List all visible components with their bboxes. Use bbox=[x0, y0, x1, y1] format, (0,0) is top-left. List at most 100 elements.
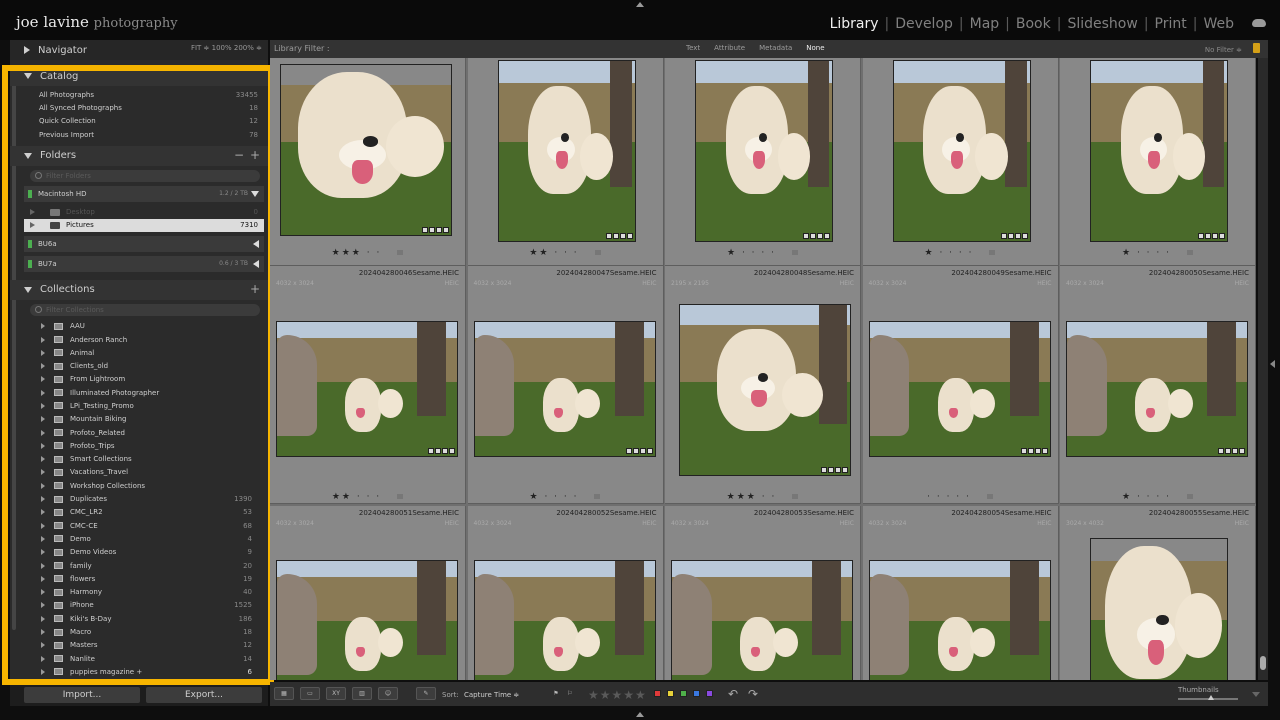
slider-knob[interactable] bbox=[1208, 695, 1214, 700]
file-name: 20240428005​4Sesame.HEIC bbox=[951, 509, 1052, 517]
photo-thumbnail[interactable] bbox=[892, 60, 1031, 242]
file-dimensions: 4032 x 3024 bbox=[276, 520, 314, 527]
module-book[interactable]: Book bbox=[1016, 16, 1051, 32]
cloud-icon[interactable] bbox=[1252, 19, 1266, 27]
photo-cell[interactable]: 20240428004​8Sesame.HEIC 2195 x 2195 HEIC ★… bbox=[665, 266, 861, 504]
photo-thumbnail[interactable] bbox=[671, 560, 853, 680]
photo-thumbnail[interactable] bbox=[679, 304, 851, 476]
photo-cell[interactable]: 20240428004​6Sesame.HEIC 4032 x 3024 HEIC ★… bbox=[270, 266, 466, 504]
flag-icon[interactable] bbox=[1186, 494, 1193, 499]
compare-view-icon[interactable]: XY bbox=[326, 687, 346, 700]
flag-icon[interactable] bbox=[1186, 250, 1193, 255]
star-rating[interactable]: ★★★ · · bbox=[270, 248, 465, 258]
collapse-top-icon[interactable] bbox=[636, 2, 644, 7]
color-label-green-icon[interactable] bbox=[680, 690, 687, 697]
survey-view-icon[interactable]: ▥ bbox=[352, 687, 372, 700]
file-name: 20240428005​3Sesame.HEIC bbox=[753, 509, 854, 517]
star-rating[interactable]: ★★ · · · bbox=[468, 248, 663, 258]
flag-icon[interactable] bbox=[397, 250, 404, 255]
photo-cell[interactable]: 20240428005​4Sesame.HEIC 4032 x 3024 HEIC bbox=[862, 506, 1059, 680]
people-view-icon[interactable]: ☺ bbox=[378, 687, 398, 700]
navigator-zoom-controls[interactable]: FIT ≑ 100% 200% ≑ bbox=[191, 44, 262, 52]
star-rating[interactable]: ★★ · · · bbox=[270, 492, 465, 502]
flag-icon[interactable] bbox=[989, 250, 996, 255]
filter-tab-attribute[interactable]: Attribute bbox=[714, 44, 745, 52]
rating-stars[interactable]: ★★★★★ bbox=[588, 688, 647, 702]
file-name: 20240428004​8Sesame.HEIC bbox=[753, 269, 854, 277]
module-print[interactable]: Print bbox=[1155, 16, 1187, 32]
photo-cell[interactable]: 20240428005​1Sesame.HEIC 4032 x 3024 HEIC bbox=[270, 506, 466, 680]
export-button[interactable]: Export... bbox=[146, 687, 262, 703]
module-library[interactable]: Library bbox=[830, 16, 879, 32]
flag-icon[interactable] bbox=[594, 494, 601, 499]
toolbar-menu-icon[interactable] bbox=[1252, 692, 1260, 697]
flag-reject-icon[interactable]: ⚐ bbox=[564, 687, 576, 700]
flag-icon[interactable] bbox=[397, 494, 404, 499]
star-rating[interactable]: ★ · · · · bbox=[665, 248, 860, 258]
photo-cell[interactable]: ★★★ · · bbox=[270, 58, 466, 266]
flag-icon[interactable] bbox=[594, 250, 601, 255]
metadata-badges bbox=[1218, 448, 1245, 454]
import-button[interactable]: Import... bbox=[24, 687, 140, 703]
color-label-blue-icon[interactable] bbox=[693, 690, 700, 697]
photo-thumbnail[interactable] bbox=[695, 60, 833, 242]
scroll-thumb[interactable] bbox=[1260, 656, 1266, 670]
photo-thumbnail[interactable] bbox=[497, 60, 636, 242]
photo-cell[interactable]: ★★ · · · bbox=[467, 58, 664, 266]
photo-cell[interactable]: 20240428005​2Sesame.HEIC 4032 x 3024 HEIC bbox=[467, 506, 664, 680]
metadata-badges bbox=[803, 233, 830, 239]
flag-icon[interactable] bbox=[792, 494, 799, 499]
module-slideshow[interactable]: Slideshow bbox=[1067, 16, 1137, 32]
flag-pick-icon[interactable]: ⚑ bbox=[550, 687, 562, 700]
file-type: HEIC bbox=[1037, 280, 1052, 287]
sort-select[interactable]: Capture Time ≑ bbox=[464, 691, 519, 699]
photo-thumbnail[interactable] bbox=[280, 64, 452, 236]
photo-cell[interactable]: 20240428004​7Sesame.HEIC 4032 x 3024 HEIC ★… bbox=[467, 266, 664, 504]
module-develop[interactable]: Develop bbox=[895, 16, 953, 32]
color-label-red-icon[interactable] bbox=[654, 690, 661, 697]
color-label-yellow-icon[interactable] bbox=[667, 690, 674, 697]
module-web[interactable]: Web bbox=[1203, 16, 1234, 32]
star-rating[interactable]: · · · · · bbox=[863, 492, 1058, 502]
photo-thumbnail[interactable] bbox=[473, 560, 656, 680]
flag-icon[interactable] bbox=[986, 494, 993, 499]
photo-thumbnail[interactable] bbox=[868, 321, 1051, 457]
photo-thumbnail[interactable] bbox=[1066, 321, 1248, 457]
star-rating[interactable]: ★★★ · · bbox=[665, 492, 860, 502]
photo-cell[interactable]: 20240428004​9Sesame.HEIC 4032 x 3024 HEIC ·… bbox=[862, 266, 1059, 504]
photo-thumbnail[interactable] bbox=[1090, 538, 1228, 680]
photo-cell[interactable]: ★ · · · · bbox=[665, 58, 861, 266]
photo-cell[interactable]: ★ · · · · bbox=[862, 58, 1059, 266]
navigator-header[interactable]: Navigator FIT ≑ 100% 200% ≑ bbox=[10, 40, 268, 60]
lock-icon[interactable] bbox=[1253, 43, 1260, 53]
star-rating[interactable]: ★ · · · · bbox=[863, 248, 1058, 258]
photo-cell[interactable]: 20240428005​0Sesame.HEIC 4032 x 3024 HEIC ★… bbox=[1060, 266, 1256, 504]
rotate-left-icon[interactable]: ↶ bbox=[728, 687, 738, 701]
photo-thumbnail[interactable] bbox=[1090, 60, 1228, 242]
photo-cell[interactable]: 20240428005​3Sesame.HEIC 4032 x 3024 HEIC bbox=[665, 506, 861, 680]
color-label-purple-icon[interactable] bbox=[706, 690, 713, 697]
photo-thumbnail[interactable] bbox=[276, 321, 458, 457]
photo-thumbnail[interactable] bbox=[868, 560, 1051, 680]
filter-preset-select[interactable]: No Filter ≑ bbox=[1205, 46, 1242, 54]
grid-view-icon[interactable]: ▦ bbox=[274, 687, 294, 700]
painter-icon[interactable]: ✎ bbox=[416, 687, 436, 700]
filter-tab-none[interactable]: None bbox=[806, 44, 824, 52]
flag-icon[interactable] bbox=[791, 250, 798, 255]
filter-tab-metadata[interactable]: Metadata bbox=[759, 44, 792, 52]
star-rating[interactable]: ★ · · · · bbox=[468, 492, 663, 502]
star-rating[interactable]: ★ · · · · bbox=[1060, 492, 1255, 502]
photo-thumbnail[interactable] bbox=[473, 321, 656, 457]
thumbnail-size-slider[interactable] bbox=[1178, 695, 1238, 700]
expand-right-panel-icon[interactable] bbox=[1270, 360, 1275, 368]
photo-cell[interactable]: ★ · · · · bbox=[1060, 58, 1256, 266]
filter-tab-text[interactable]: Text bbox=[686, 44, 700, 52]
star-rating[interactable]: ★ · · · · bbox=[1060, 248, 1255, 258]
grid-scrollbar[interactable] bbox=[1258, 58, 1268, 680]
collapse-bottom-icon[interactable] bbox=[636, 712, 644, 717]
loupe-view-icon[interactable]: ▭ bbox=[300, 687, 320, 700]
rotate-right-icon[interactable]: ↷ bbox=[748, 687, 758, 701]
photo-cell[interactable]: 20240428005​5Sesame.HEIC 3024 x 4032 HEIC bbox=[1060, 506, 1256, 680]
photo-thumbnail[interactable] bbox=[276, 560, 458, 680]
module-map[interactable]: Map bbox=[970, 16, 1000, 32]
